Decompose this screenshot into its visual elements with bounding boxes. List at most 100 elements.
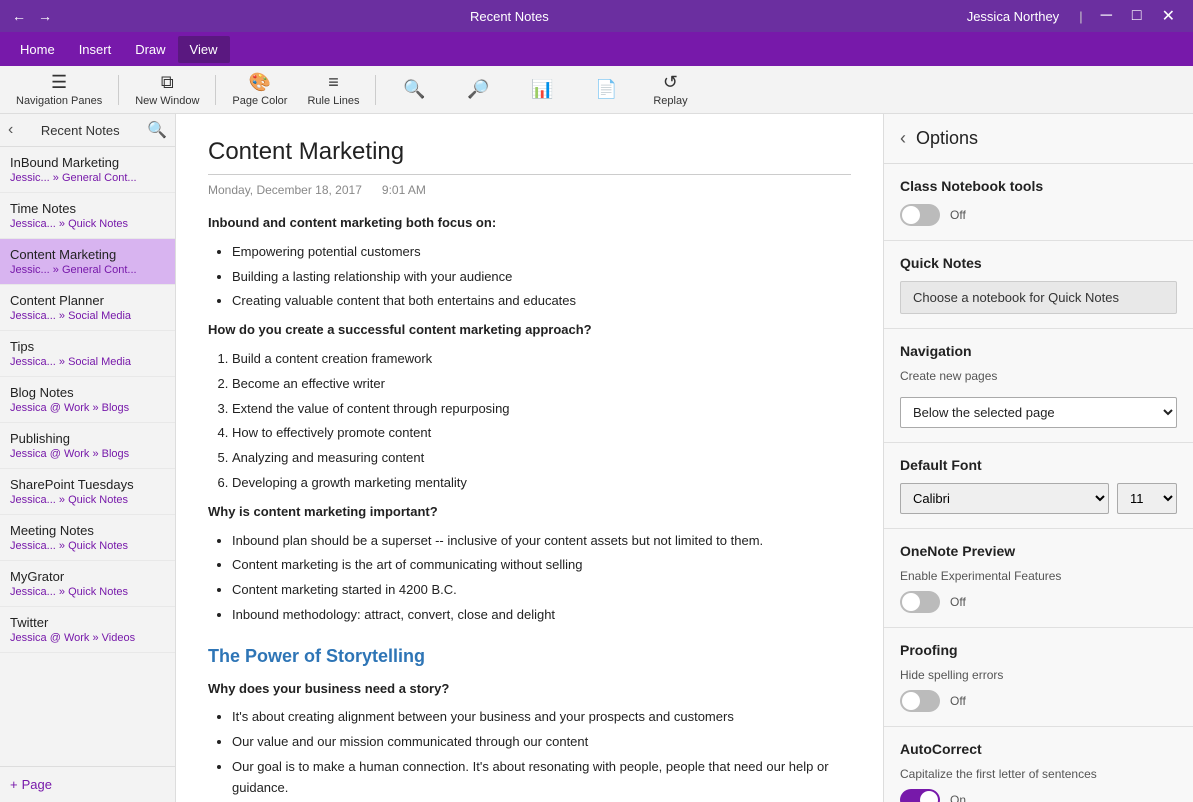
numbered-item-1: Build a content creation framework (232, 349, 851, 370)
class-notebook-toggle[interactable] (900, 204, 940, 226)
intro-bullets: Empowering potential customers Building … (232, 242, 851, 312)
sidebar-item-title: Tips (10, 339, 165, 354)
sidebar-item-title: InBound Marketing (10, 155, 165, 170)
options-title: Options (916, 128, 978, 149)
sidebar-list: InBound Marketing Jessic... » General Co… (0, 147, 175, 766)
bullets2: Inbound plan should be a superset -- inc… (232, 531, 851, 626)
sidebar-search-button[interactable]: 🔍 (147, 120, 167, 140)
sidebar-back-button[interactable]: ‹ (8, 121, 13, 139)
title-bar-nav: ← → (12, 8, 52, 24)
sidebar-item-content-marketing[interactable]: Content Marketing Jessic... » General Co… (0, 239, 175, 285)
nav-forward-button[interactable]: → (38, 8, 52, 24)
minimize-button[interactable]: ─ (1095, 5, 1118, 27)
page-body: Inbound and content marketing both focus… (208, 213, 851, 802)
view-chart-button[interactable]: 📊 (512, 69, 572, 111)
sidebar-item-title: Publishing (10, 431, 165, 446)
maximize-button[interactable]: □ (1126, 5, 1148, 27)
sidebar-item-title: Twitter (10, 615, 165, 630)
title-divider (208, 174, 851, 175)
close-button[interactable]: ✕ (1156, 4, 1181, 28)
sidebar-item-title: Meeting Notes (10, 523, 165, 538)
autocorrect-toggle[interactable] (900, 789, 940, 802)
window-title: Recent Notes (52, 9, 967, 24)
options-back-button[interactable]: ‹ (900, 128, 906, 149)
sidebar-item-twitter[interactable]: Twitter Jessica @ Work » Videos (0, 607, 175, 653)
autocorrect-toggle-row: On (900, 789, 1177, 802)
navigation-panes-icon: ☰ (51, 72, 67, 93)
sidebar-item-title: Blog Notes (10, 385, 165, 400)
options-header: ‹ Options (884, 114, 1193, 164)
add-page-button[interactable]: + Page (0, 766, 175, 802)
sidebar-item-time-notes[interactable]: Time Notes Jessica... » Quick Notes (0, 193, 175, 239)
question3: Why does your business need a story? (208, 681, 449, 696)
sidebar-title: Recent Notes (41, 123, 120, 138)
zoom-out-button[interactable]: 🔎 (448, 69, 508, 111)
sidebar-item-publishing[interactable]: Publishing Jessica @ Work » Blogs (0, 423, 175, 469)
onenote-preview-toggle-row: Off (900, 591, 1177, 613)
add-page-icon: + (10, 777, 18, 792)
onenote-preview-toggle[interactable] (900, 591, 940, 613)
autocorrect-toggle-label: On (950, 793, 966, 802)
class-notebook-title: Class Notebook tools (900, 178, 1177, 194)
options-panel: ‹ Options Class Notebook tools Off Quick… (883, 114, 1193, 802)
font-size-select[interactable]: 9 10 11 12 14 (1117, 483, 1177, 514)
sidebar-item-tips[interactable]: Tips Jessica... » Social Media (0, 331, 175, 377)
toolbar: ☰ Navigation Panes ⧉ New Window 🎨 Page C… (0, 66, 1193, 114)
numbered-item-6: Developing a growth marketing mentality (232, 473, 851, 494)
rule-lines-label: Rule Lines (307, 95, 359, 107)
sidebar-item-path: Jessica... » Social Media (10, 310, 165, 322)
nav-back-button[interactable]: ← (12, 8, 26, 24)
sidebar-item-meeting-notes[interactable]: Meeting Notes Jessica... » Quick Notes (0, 515, 175, 561)
proofing-toggle[interactable] (900, 690, 940, 712)
page-color-button[interactable]: 🎨 Page Color (224, 69, 295, 111)
menu-view[interactable]: View (178, 36, 230, 63)
intro-bullet-2: Building a lasting relationship with you… (232, 267, 851, 288)
font-row: Calibri Arial Times New Roman 9 10 11 12… (900, 483, 1177, 514)
sidebar: ‹ Recent Notes 🔍 InBound Marketing Jessi… (0, 114, 176, 802)
page-title: Content Marketing (208, 138, 851, 166)
sidebar-item-content-planner[interactable]: Content Planner Jessica... » Social Medi… (0, 285, 175, 331)
proofing-subtitle: Hide spelling errors (900, 668, 1177, 682)
menu-insert[interactable]: Insert (67, 36, 124, 63)
replay-button[interactable]: ↺ Replay (640, 69, 700, 111)
user-name: Jessica Northey (967, 9, 1059, 24)
title-bar-right: Jessica Northey | ─ □ ✕ (967, 4, 1181, 28)
sidebar-item-title: MyGrator (10, 569, 165, 584)
sidebar-header: ‹ Recent Notes 🔍 (0, 114, 175, 147)
rule-lines-icon: ≡ (328, 72, 339, 93)
bullet2-3: Content marketing started in 4200 B.C. (232, 580, 851, 601)
sidebar-item-mygrator[interactable]: MyGrator Jessica... » Quick Notes (0, 561, 175, 607)
choose-notebook-button[interactable]: Choose a notebook for Quick Notes (900, 281, 1177, 314)
content-area: Content Marketing Monday, December 18, 2… (176, 114, 883, 802)
navigation-dropdown[interactable]: Below the selected page At the end of th… (900, 397, 1177, 428)
main-layout: ‹ Recent Notes 🔍 InBound Marketing Jessi… (0, 114, 1193, 802)
proofing-section: Proofing Hide spelling errors Off (884, 628, 1193, 727)
numbered-item-2: Become an effective writer (232, 374, 851, 395)
zoom-out-icon: 🔎 (467, 79, 489, 100)
sidebar-item-path: Jessica @ Work » Blogs (10, 448, 165, 460)
autocorrect-toggle-knob (920, 791, 938, 802)
navigation-section: Navigation Create new pages Below the se… (884, 329, 1193, 443)
quick-notes-title: Quick Notes (900, 255, 1177, 271)
toolbar-separator-2 (215, 75, 216, 105)
zoom-in-button[interactable]: 🔍 (384, 69, 444, 111)
new-window-button[interactable]: ⧉ New Window (127, 69, 207, 111)
intro-bullet-3: Creating valuable content that both ente… (232, 291, 851, 312)
toolbar-separator-3 (375, 75, 376, 105)
page-color-icon: 🎨 (249, 72, 271, 93)
reading-view-button[interactable]: 📄 (576, 69, 636, 111)
sidebar-item-sharepoint[interactable]: SharePoint Tuesdays Jessica... » Quick N… (0, 469, 175, 515)
rule-lines-button[interactable]: ≡ Rule Lines (299, 69, 367, 111)
sidebar-item-blog-notes[interactable]: Blog Notes Jessica @ Work » Blogs (0, 377, 175, 423)
sidebar-item-inbound-marketing[interactable]: InBound Marketing Jessic... » General Co… (0, 147, 175, 193)
new-window-label: New Window (135, 95, 199, 107)
sidebar-item-path: Jessic... » General Cont... (10, 172, 165, 184)
menu-home[interactable]: Home (8, 36, 67, 63)
navigation-panes-button[interactable]: ☰ Navigation Panes (8, 69, 110, 111)
font-family-select[interactable]: Calibri Arial Times New Roman (900, 483, 1109, 514)
class-notebook-section: Class Notebook tools Off (884, 164, 1193, 241)
onenote-preview-knob (902, 593, 920, 611)
menu-draw[interactable]: Draw (123, 36, 177, 63)
bullet2-4: Inbound methodology: attract, convert, c… (232, 605, 851, 626)
replay-label: Replay (653, 95, 687, 107)
